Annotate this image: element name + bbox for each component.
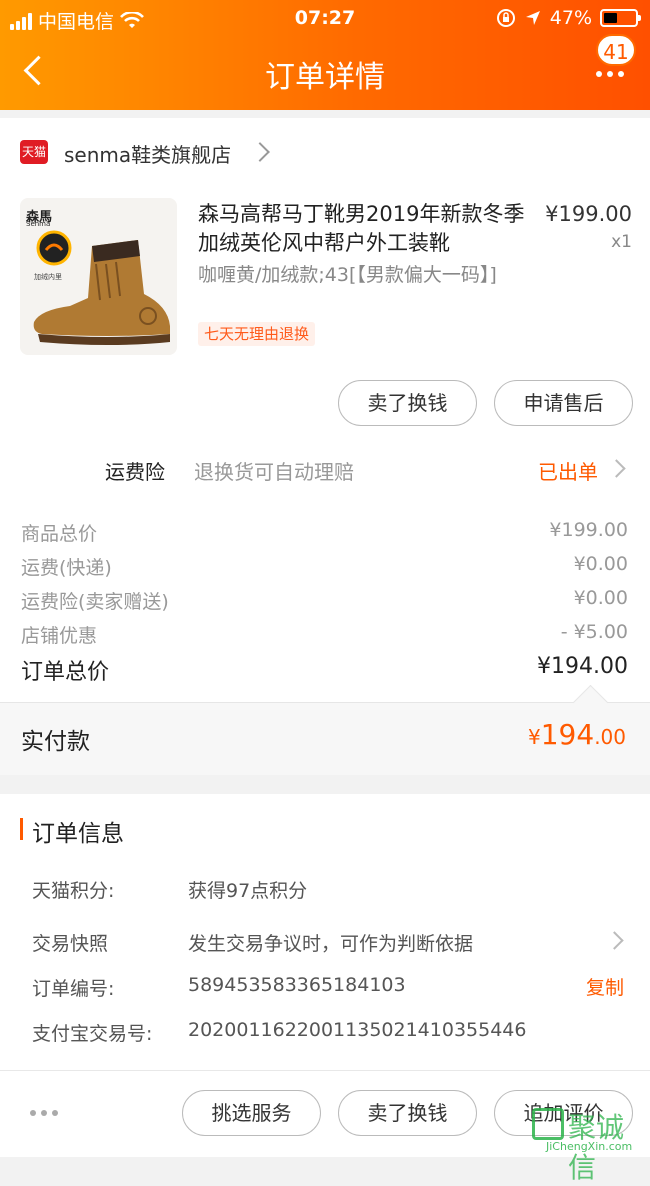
more-menu-button[interactable] — [596, 64, 632, 84]
return-policy-tag: 七天无理由退换 — [198, 322, 316, 346]
location-icon — [525, 11, 540, 25]
order-info-title: 订单信息 — [32, 821, 124, 847]
page-title: 订单详情 — [265, 60, 385, 95]
info-key: 订单编号: — [32, 978, 115, 1000]
after-sale-button[interactable]: 申请售后 — [494, 380, 633, 426]
battery-icon — [600, 9, 641, 27]
shop-name-link[interactable]: senma鞋类旗舰店 — [64, 139, 231, 168]
shipping-insurance-status[interactable]: 已出单 — [538, 456, 598, 485]
product-quantity: x1 — [611, 232, 632, 252]
shipping-insurance-label: 运费险 — [105, 460, 165, 484]
info-key: 天猫积分: — [32, 880, 115, 902]
sell-exchange-button[interactable]: 卖了换钱 — [338, 380, 477, 426]
product-title[interactable]: 森马高帮马丁靴男2019年新款冬季加绒英伦风中帮户外工装靴 — [198, 200, 528, 258]
watermark-url: JiChengXin.com — [546, 1140, 633, 1153]
tmall-logo-icon: 天猫 — [20, 140, 48, 164]
amount-paid-label: 实付款 — [21, 729, 90, 755]
section-accent-bar — [20, 818, 23, 840]
product-sku: 咖喱黄/加绒款;43[【男款偏大一码】] — [198, 264, 497, 286]
info-key: 支付宝交易号: — [32, 1023, 153, 1045]
fee-value: ¥0.00 — [573, 587, 628, 609]
snapshot-link-label[interactable]: 交易快照 — [32, 929, 108, 956]
paid-currency: ¥ — [528, 725, 541, 749]
fee-value: ¥199.00 — [549, 519, 628, 541]
orientation-lock-icon — [496, 9, 515, 27]
fee-label: 商品总价 — [21, 523, 98, 545]
battery-percent: 47% — [549, 7, 592, 29]
shipping-insurance-desc: 退换货可自动理赔 — [194, 460, 354, 484]
product-image[interactable]: 森馬 Senma 加绒内里 — [20, 198, 177, 355]
bottom-sell-exchange-button[interactable]: 卖了换钱 — [338, 1090, 477, 1136]
message-count-badge[interactable]: 41 — [596, 34, 636, 66]
paid-decimal: .00 — [594, 725, 626, 749]
boot-image-icon — [33, 240, 170, 345]
order-total-label: 订单总价 — [21, 660, 110, 685]
alipay-transaction-number: 2020011622001135021410355446 — [188, 1019, 527, 1041]
order-total-value: ¥194.00 — [537, 654, 628, 679]
fee-label: 店铺优惠 — [21, 625, 98, 647]
fee-value: ¥0.00 — [573, 553, 628, 575]
amount-paid-value: ¥194.00 — [430, 718, 626, 751]
copy-order-number-button[interactable]: 复制 — [586, 973, 624, 1000]
paid-integer: 194 — [540, 718, 595, 751]
fee-label: 运费险(卖家赠送) — [21, 591, 169, 613]
product-brand-sub: Senma — [26, 220, 51, 228]
order-number: 589453583365184103 — [188, 974, 406, 996]
product-price: ¥199.00 — [545, 202, 632, 226]
status-bar: 中国电信 07:27 47% — [0, 0, 650, 36]
fee-label: 运费(快递) — [21, 557, 112, 579]
info-value[interactable]: 发生交易争议时，可作为判断依据 — [188, 929, 473, 956]
watermark-logo-icon — [532, 1108, 564, 1140]
info-value: 获得97点积分 — [188, 880, 308, 902]
fee-value: - ¥5.00 — [560, 621, 628, 643]
status-right: 47% — [496, 7, 641, 29]
select-service-button[interactable]: 挑选服务 — [182, 1090, 321, 1136]
more-options-icon[interactable] — [30, 1110, 58, 1116]
